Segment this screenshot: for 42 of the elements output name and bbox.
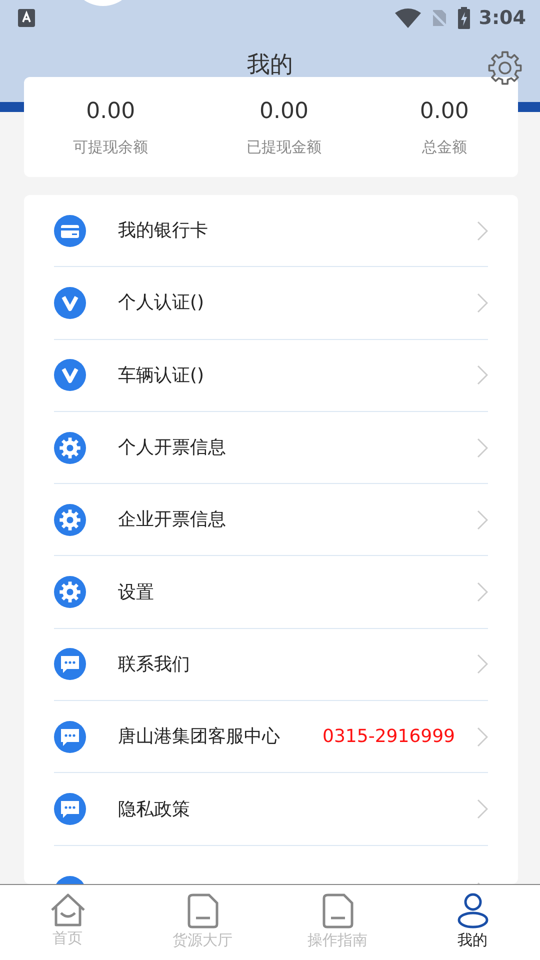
chevron-right-icon [477, 292, 488, 313]
document-icon [186, 893, 218, 929]
wifi-icon [394, 8, 421, 28]
chevron-right-icon [477, 365, 488, 386]
menu-item[interactable]: 我的银行卡 [54, 195, 488, 268]
chevron-right-icon [477, 654, 488, 674]
amount-label: 总金额 [422, 137, 467, 158]
chevron-right-icon [477, 438, 488, 458]
chevron-right-icon [477, 799, 488, 820]
nav-tab[interactable]: 我的 [405, 885, 540, 960]
gear-icon [54, 576, 86, 608]
menu-item[interactable]: 唐山港集团客服中心 0315-2916999 [54, 701, 488, 774]
clock-time: 3:04 [478, 6, 526, 31]
amount-value: 0.00 [86, 98, 136, 126]
menu-item[interactable]: 设置 [54, 556, 488, 629]
document-icon [322, 893, 354, 929]
phone-number[interactable]: 0315-2916999 [322, 723, 455, 750]
amount-label: 可提现余额 [73, 137, 148, 158]
amount-value: 0.00 [420, 98, 469, 126]
chevron-right-icon [477, 220, 488, 241]
menu-item[interactable]: 车辆认证() [54, 340, 488, 412]
chevron-right-icon [477, 582, 488, 602]
amount-value: 0.00 [260, 98, 308, 126]
v-badge-icon [54, 359, 86, 392]
home-icon [50, 893, 86, 927]
menu-item[interactable]: 联系我们 [54, 628, 488, 702]
gear-icon [54, 504, 86, 536]
v-badge-icon [54, 286, 86, 319]
amount-label: 已提现金额 [246, 137, 322, 158]
chevron-right-icon [477, 510, 488, 530]
menu-item[interactable]: 个人开票信息 [54, 412, 488, 484]
credit-card-icon [54, 214, 86, 247]
keyboard-icon [18, 9, 35, 27]
gear-icon [54, 432, 86, 464]
menu-item[interactable]: 个人认证() [54, 267, 488, 340]
menu-item[interactable]: 隐私政策 [54, 773, 488, 846]
menu-item[interactable]: 企业开票信息 [54, 484, 488, 556]
battery-icon [456, 7, 471, 29]
settings-icon[interactable] [488, 51, 522, 85]
user-icon [456, 893, 488, 929]
page-title: 我的 [247, 52, 293, 78]
chevron-right-icon [477, 726, 488, 747]
